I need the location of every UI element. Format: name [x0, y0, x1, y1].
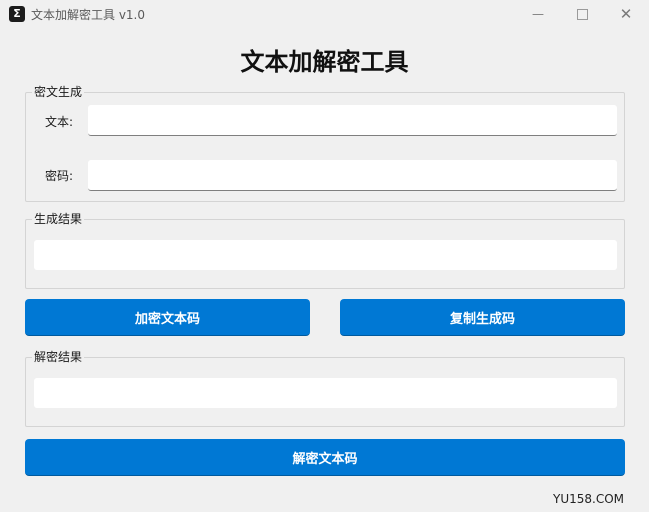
password-label: 密码: [45, 169, 74, 183]
result-group: 生成结果 [25, 212, 625, 289]
decrypt-output[interactable] [34, 378, 617, 408]
text-label: 文本: [45, 115, 74, 129]
encrypt-button[interactable]: 加密文本码 [25, 299, 310, 336]
cipher-group: 密文生成 文本: 密码: [25, 85, 625, 202]
close-icon: ✕ [619, 5, 633, 23]
minimize-button[interactable]: — [516, 0, 560, 28]
copy-button[interactable]: 复制生成码 [340, 299, 625, 336]
result-output[interactable] [34, 240, 617, 270]
page-title: 文本加解密工具 [240, 47, 409, 76]
decrypt-group: 解密结果 [25, 350, 625, 427]
decrypt-button[interactable]: 解密文本码 [25, 439, 625, 476]
title-bar: Σ 文本加解密工具 v1.0 — ✕ [0, 0, 649, 28]
result-group-label: 生成结果 [32, 212, 85, 226]
watermark: YU158.COM [552, 492, 624, 506]
minimize-icon: — [532, 7, 544, 21]
cipher-group-label: 密文生成 [32, 85, 85, 99]
close-button[interactable]: ✕ [604, 0, 648, 28]
window-title: 文本加解密工具 v1.0 [31, 8, 146, 22]
text-input[interactable] [88, 105, 617, 136]
decrypt-group-label: 解密结果 [32, 350, 85, 364]
maximize-icon [576, 9, 588, 20]
app-icon: Σ [9, 6, 25, 22]
maximize-button[interactable] [560, 0, 604, 28]
password-input[interactable] [88, 160, 617, 191]
